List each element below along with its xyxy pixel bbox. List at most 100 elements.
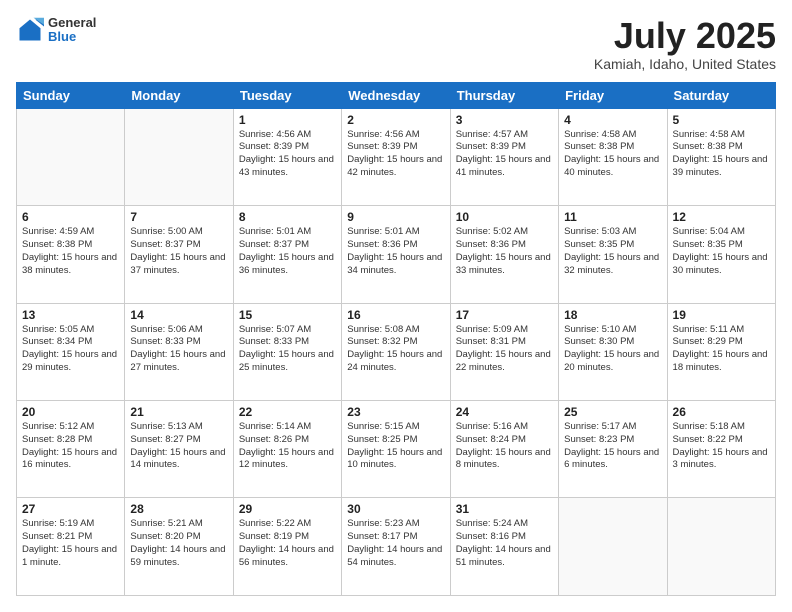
title-block: July 2025 Kamiah, Idaho, United States — [594, 16, 776, 72]
day-number: 24 — [456, 405, 553, 419]
calendar-week-row: 27 Sunrise: 5:19 AM Sunset: 8:21 PM Dayli… — [17, 498, 776, 596]
day-info: Sunrise: 4:56 AM Sunset: 8:39 PM Dayligh… — [239, 129, 336, 180]
calendar-day-cell: 26 Sunrise: 5:18 AM Sunset: 8:22 PM Dayli… — [667, 401, 775, 498]
calendar-week-row: 6 Sunrise: 4:59 AM Sunset: 8:38 PM Daylig… — [17, 206, 776, 303]
day-info: Sunrise: 5:08 AM Sunset: 8:32 PM Dayligh… — [347, 324, 444, 375]
day-number: 9 — [347, 210, 444, 224]
day-info: Sunrise: 5:10 AM Sunset: 8:30 PM Dayligh… — [564, 324, 661, 375]
day-of-week-header: Sunday — [17, 82, 125, 108]
day-number: 14 — [130, 308, 227, 322]
day-info: Sunrise: 4:58 AM Sunset: 8:38 PM Dayligh… — [673, 129, 770, 180]
day-number: 5 — [673, 113, 770, 127]
calendar-day-cell: 20 Sunrise: 5:12 AM Sunset: 8:28 PM Dayli… — [17, 401, 125, 498]
day-of-week-header: Saturday — [667, 82, 775, 108]
logo-icon — [16, 16, 44, 44]
calendar-day-cell: 6 Sunrise: 4:59 AM Sunset: 8:38 PM Daylig… — [17, 206, 125, 303]
calendar-day-cell: 31Sunrise: 5:24 AM Sunset: 8:16 PM Dayli… — [450, 498, 558, 596]
day-info: Sunrise: 5:16 AM Sunset: 8:24 PM Dayligh… — [456, 421, 553, 472]
calendar-day-cell: 15Sunrise: 5:07 AM Sunset: 8:33 PM Dayli… — [233, 303, 341, 400]
day-info: Sunrise: 5:12 AM Sunset: 8:28 PM Dayligh… — [22, 421, 119, 472]
day-number: 11 — [564, 210, 661, 224]
day-number: 8 — [239, 210, 336, 224]
calendar-day-cell: 30 Sunrise: 5:23 AM Sunset: 8:17 PM Dayli… — [342, 498, 450, 596]
calendar-day-cell: 21 Sunrise: 5:13 AM Sunset: 8:27 PM Dayli… — [125, 401, 233, 498]
calendar-day-cell: 24 Sunrise: 5:16 AM Sunset: 8:24 PM Dayli… — [450, 401, 558, 498]
logo-general-text: General — [48, 16, 96, 30]
calendar-day-cell: 8Sunrise: 5:01 AM Sunset: 8:37 PM Daylig… — [233, 206, 341, 303]
calendar-week-row: 13 Sunrise: 5:05 AM Sunset: 8:34 PM Dayli… — [17, 303, 776, 400]
month-title: July 2025 — [594, 16, 776, 56]
day-info: Sunrise: 5:11 AM Sunset: 8:29 PM Dayligh… — [673, 324, 770, 375]
calendar-day-cell: 14 Sunrise: 5:06 AM Sunset: 8:33 PM Dayli… — [125, 303, 233, 400]
calendar-week-row: 20 Sunrise: 5:12 AM Sunset: 8:28 PM Dayli… — [17, 401, 776, 498]
day-info: Sunrise: 4:59 AM Sunset: 8:38 PM Dayligh… — [22, 226, 119, 277]
day-info: Sunrise: 5:18 AM Sunset: 8:22 PM Dayligh… — [673, 421, 770, 472]
day-number: 31 — [456, 502, 553, 516]
calendar-day-cell: 1 Sunrise: 4:56 AM Sunset: 8:39 PM Daylig… — [233, 108, 341, 205]
day-number: 13 — [22, 308, 119, 322]
day-of-week-header: Thursday — [450, 82, 558, 108]
day-info: Sunrise: 5:15 AM Sunset: 8:25 PM Dayligh… — [347, 421, 444, 472]
day-number: 22 — [239, 405, 336, 419]
day-number: 2 — [347, 113, 444, 127]
day-number: 3 — [456, 113, 553, 127]
day-info: Sunrise: 5:17 AM Sunset: 8:23 PM Dayligh… — [564, 421, 661, 472]
day-number: 6 — [22, 210, 119, 224]
day-number: 28 — [130, 502, 227, 516]
calendar-day-cell: 4 Sunrise: 4:58 AM Sunset: 8:38 PM Daylig… — [559, 108, 667, 205]
day-info: Sunrise: 5:00 AM Sunset: 8:37 PM Dayligh… — [130, 226, 227, 277]
day-info: Sunrise: 5:04 AM Sunset: 8:35 PM Dayligh… — [673, 226, 770, 277]
day-number: 26 — [673, 405, 770, 419]
day-number: 29 — [239, 502, 336, 516]
day-info: Sunrise: 4:57 AM Sunset: 8:39 PM Dayligh… — [456, 129, 553, 180]
calendar-day-cell: 7 Sunrise: 5:00 AM Sunset: 8:37 PM Daylig… — [125, 206, 233, 303]
header: General Blue July 2025 Kamiah, Idaho, Un… — [16, 16, 776, 72]
day-info: Sunrise: 5:23 AM Sunset: 8:17 PM Dayligh… — [347, 518, 444, 569]
day-number: 21 — [130, 405, 227, 419]
day-number: 10 — [456, 210, 553, 224]
day-of-week-header: Friday — [559, 82, 667, 108]
calendar-day-cell: 29 Sunrise: 5:22 AM Sunset: 8:19 PM Dayli… — [233, 498, 341, 596]
day-number: 27 — [22, 502, 119, 516]
calendar-day-cell: 25 Sunrise: 5:17 AM Sunset: 8:23 PM Dayli… — [559, 401, 667, 498]
day-info: Sunrise: 5:21 AM Sunset: 8:20 PM Dayligh… — [130, 518, 227, 569]
day-info: Sunrise: 4:58 AM Sunset: 8:38 PM Dayligh… — [564, 129, 661, 180]
day-number: 7 — [130, 210, 227, 224]
day-number: 20 — [22, 405, 119, 419]
calendar-day-cell: 5 Sunrise: 4:58 AM Sunset: 8:38 PM Daylig… — [667, 108, 775, 205]
calendar-day-cell — [667, 498, 775, 596]
day-info: Sunrise: 5:01 AM Sunset: 8:36 PM Dayligh… — [347, 226, 444, 277]
day-of-week-header: Monday — [125, 82, 233, 108]
calendar-header-row: SundayMondayTuesdayWednesdayThursdayFrid… — [17, 82, 776, 108]
calendar-day-cell: 19 Sunrise: 5:11 AM Sunset: 8:29 PM Dayli… — [667, 303, 775, 400]
day-of-week-header: Wednesday — [342, 82, 450, 108]
calendar-day-cell: 11Sunrise: 5:03 AM Sunset: 8:35 PM Dayli… — [559, 206, 667, 303]
calendar-day-cell: 22 Sunrise: 5:14 AM Sunset: 8:26 PM Dayli… — [233, 401, 341, 498]
calendar-day-cell: 17Sunrise: 5:09 AM Sunset: 8:31 PM Dayli… — [450, 303, 558, 400]
day-info: Sunrise: 5:02 AM Sunset: 8:36 PM Dayligh… — [456, 226, 553, 277]
day-info: Sunrise: 5:22 AM Sunset: 8:19 PM Dayligh… — [239, 518, 336, 569]
day-number: 25 — [564, 405, 661, 419]
day-info: Sunrise: 5:06 AM Sunset: 8:33 PM Dayligh… — [130, 324, 227, 375]
calendar-day-cell: 2Sunrise: 4:56 AM Sunset: 8:39 PM Daylig… — [342, 108, 450, 205]
calendar-day-cell: 13 Sunrise: 5:05 AM Sunset: 8:34 PM Dayli… — [17, 303, 125, 400]
day-info: Sunrise: 5:14 AM Sunset: 8:26 PM Dayligh… — [239, 421, 336, 472]
day-number: 17 — [456, 308, 553, 322]
calendar-day-cell: 28 Sunrise: 5:21 AM Sunset: 8:20 PM Dayli… — [125, 498, 233, 596]
day-info: Sunrise: 5:05 AM Sunset: 8:34 PM Dayligh… — [22, 324, 119, 375]
calendar-day-cell: 16Sunrise: 5:08 AM Sunset: 8:32 PM Dayli… — [342, 303, 450, 400]
day-number: 12 — [673, 210, 770, 224]
day-number: 30 — [347, 502, 444, 516]
day-info: Sunrise: 5:13 AM Sunset: 8:27 PM Dayligh… — [130, 421, 227, 472]
day-number: 1 — [239, 113, 336, 127]
calendar-day-cell — [559, 498, 667, 596]
calendar-day-cell: 9 Sunrise: 5:01 AM Sunset: 8:36 PM Daylig… — [342, 206, 450, 303]
day-of-week-header: Tuesday — [233, 82, 341, 108]
day-number: 4 — [564, 113, 661, 127]
calendar-day-cell — [125, 108, 233, 205]
page: General Blue July 2025 Kamiah, Idaho, Un… — [0, 0, 792, 612]
logo-blue-text: Blue — [48, 30, 96, 44]
day-info: Sunrise: 5:19 AM Sunset: 8:21 PM Dayligh… — [22, 518, 119, 569]
day-number: 19 — [673, 308, 770, 322]
day-number: 23 — [347, 405, 444, 419]
